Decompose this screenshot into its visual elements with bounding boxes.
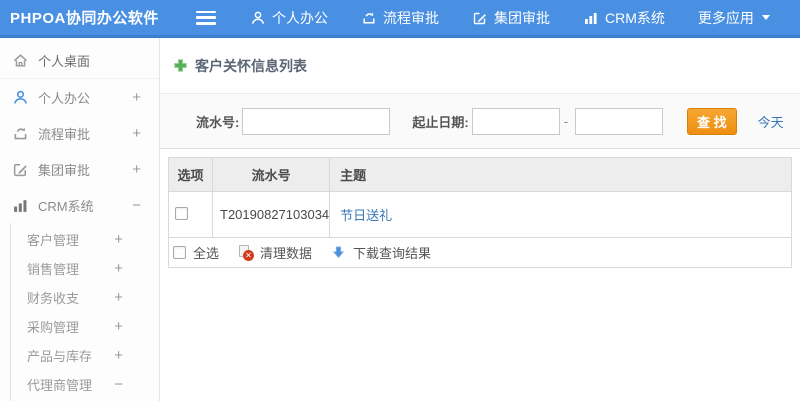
person-icon xyxy=(250,10,266,26)
serial-input[interactable] xyxy=(242,107,391,135)
column-header-subject: 主题 xyxy=(329,157,792,192)
expand-toggle[interactable]: + xyxy=(132,125,141,142)
nav-label: 个人办公 xyxy=(272,9,328,26)
search-toolbar: 流水号: 起止日期: - 查 找 今天 本周 xyxy=(160,93,800,149)
submenu-item-customer-mgmt[interactable]: 客户管理 + xyxy=(11,225,159,254)
home-icon xyxy=(12,52,29,69)
sidebar-item-group-approval[interactable]: 集团审批 + xyxy=(0,151,159,187)
edit-icon xyxy=(12,161,29,178)
nav-more-apps[interactable]: 更多应用 xyxy=(698,8,770,28)
sidebar-item-process-approval[interactable]: 流程审批 + xyxy=(0,115,159,151)
table-header-row: 选项 流水号 主题 xyxy=(168,157,792,192)
collapse-toggle[interactable]: − xyxy=(114,376,123,393)
expand-toggle[interactable]: + xyxy=(114,347,123,364)
chart-icon xyxy=(583,10,599,26)
nav-personal-office[interactable]: 个人办公 xyxy=(250,8,328,28)
nav-process-approval[interactable]: 流程审批 xyxy=(361,8,439,28)
search-button[interactable]: 查 找 xyxy=(687,107,737,135)
crm-submenu: 客户管理 + 销售管理 + 财务收支 + 采购管理 + 产品与库存 + 代理商管… xyxy=(10,223,159,401)
clear-data-icon[interactable]: ✕ xyxy=(238,245,255,261)
edit-icon xyxy=(472,10,488,26)
expand-toggle[interactable]: + xyxy=(132,161,141,178)
sidebar-item-label: 流程审批 xyxy=(38,126,91,142)
column-header-serial: 流水号 xyxy=(211,157,331,192)
download-results-label[interactable]: 下载查询结果 xyxy=(353,243,431,262)
sidebar-item-label: CRM系统 xyxy=(38,198,94,214)
nav-label: 集团审批 xyxy=(494,9,550,26)
nav-crm-system[interactable]: CRM系统 xyxy=(583,8,665,28)
quick-link-today[interactable]: 今天 xyxy=(758,112,784,131)
expand-toggle[interactable]: + xyxy=(114,231,123,248)
table-footer-row: 全选 ✕ 清理数据 下载查询结果 xyxy=(168,237,792,268)
row-checkbox[interactable] xyxy=(175,206,188,220)
top-navbar: PHPOA协同办公软件 个人办公 流程审批 集团审批 CRM系统 更多应用 xyxy=(0,0,800,38)
expand-toggle[interactable]: + xyxy=(114,318,123,335)
sidebar-item-personal-office[interactable]: 个人办公 + xyxy=(0,79,159,115)
submenu-item-products-inventory[interactable]: 产品与库存 + xyxy=(11,341,159,370)
sidebar-item-personal-desktop[interactable]: 个人桌面 xyxy=(0,43,159,79)
expand-toggle[interactable]: + xyxy=(114,289,123,306)
person-icon xyxy=(12,89,29,106)
sidebar-item-label: 集团审批 xyxy=(38,162,91,178)
subject-link[interactable]: 节日送礼 xyxy=(340,208,392,223)
submenu-item-agent-mgmt[interactable]: 代理商管理 − xyxy=(11,370,159,399)
page-title-row: 客户关怀信息列表 xyxy=(160,38,800,93)
sidebar-item-crm-system[interactable]: CRM系统 − xyxy=(0,187,159,223)
sidebar: 个人桌面 个人办公 + 流程审批 + 集团审批 + CRM系统 − 客户管理 +… xyxy=(0,38,160,401)
date-separator: - xyxy=(563,113,569,129)
add-plus-icon[interactable] xyxy=(173,58,188,73)
submenu-item-purchasing[interactable]: 采购管理 + xyxy=(11,312,159,341)
process-icon xyxy=(12,125,29,142)
submenu-item-sales-mgmt[interactable]: 销售管理 + xyxy=(11,254,159,283)
expand-toggle[interactable]: + xyxy=(114,260,123,277)
download-arrow-icon[interactable] xyxy=(331,245,346,260)
caret-down-icon xyxy=(761,15,770,20)
nav-label: CRM系统 xyxy=(605,9,665,26)
app-logo[interactable]: PHPOA协同办公软件 xyxy=(0,7,196,28)
start-date-input[interactable] xyxy=(471,107,560,135)
serial-label: 流水号: xyxy=(196,114,240,130)
clear-data-label[interactable]: 清理数据 xyxy=(260,243,312,262)
select-all-checkbox[interactable] xyxy=(173,246,186,259)
nav-label: 流程审批 xyxy=(383,9,439,26)
serial-cell: T20190827103034 xyxy=(211,191,331,238)
submenu-item-finance[interactable]: 财务收支 + xyxy=(11,283,159,312)
nav-label: 更多应用 xyxy=(697,9,754,26)
results-table: 选项 流水号 主题 T20190827103034 节日送礼 全选 ✕ 清理数据… xyxy=(168,157,792,268)
top-nav: 个人办公 流程审批 集团审批 CRM系统 更多应用 xyxy=(250,8,770,28)
sidebar-item-label: 个人办公 xyxy=(38,90,91,106)
expand-toggle[interactable]: + xyxy=(132,89,141,106)
sidebar-item-label: 个人桌面 xyxy=(38,54,91,69)
nav-group-approval[interactable]: 集团审批 xyxy=(472,8,550,28)
main-content: 客户关怀信息列表 流水号: 起止日期: - 查 找 今天 本周 选项 流水号 主… xyxy=(160,38,800,401)
table-row: T20190827103034 节日送礼 xyxy=(168,191,792,238)
end-date-input[interactable] xyxy=(575,107,664,135)
process-icon xyxy=(361,10,377,26)
chart-icon xyxy=(12,197,29,214)
date-range-label: 起止日期: xyxy=(412,114,469,130)
column-header-option: 选项 xyxy=(168,157,213,192)
collapse-toggle[interactable]: − xyxy=(132,197,141,214)
hamburger-menu-icon[interactable] xyxy=(196,10,216,25)
select-all-label[interactable]: 全选 xyxy=(193,243,219,262)
page-title: 客户关怀信息列表 xyxy=(195,57,307,74)
